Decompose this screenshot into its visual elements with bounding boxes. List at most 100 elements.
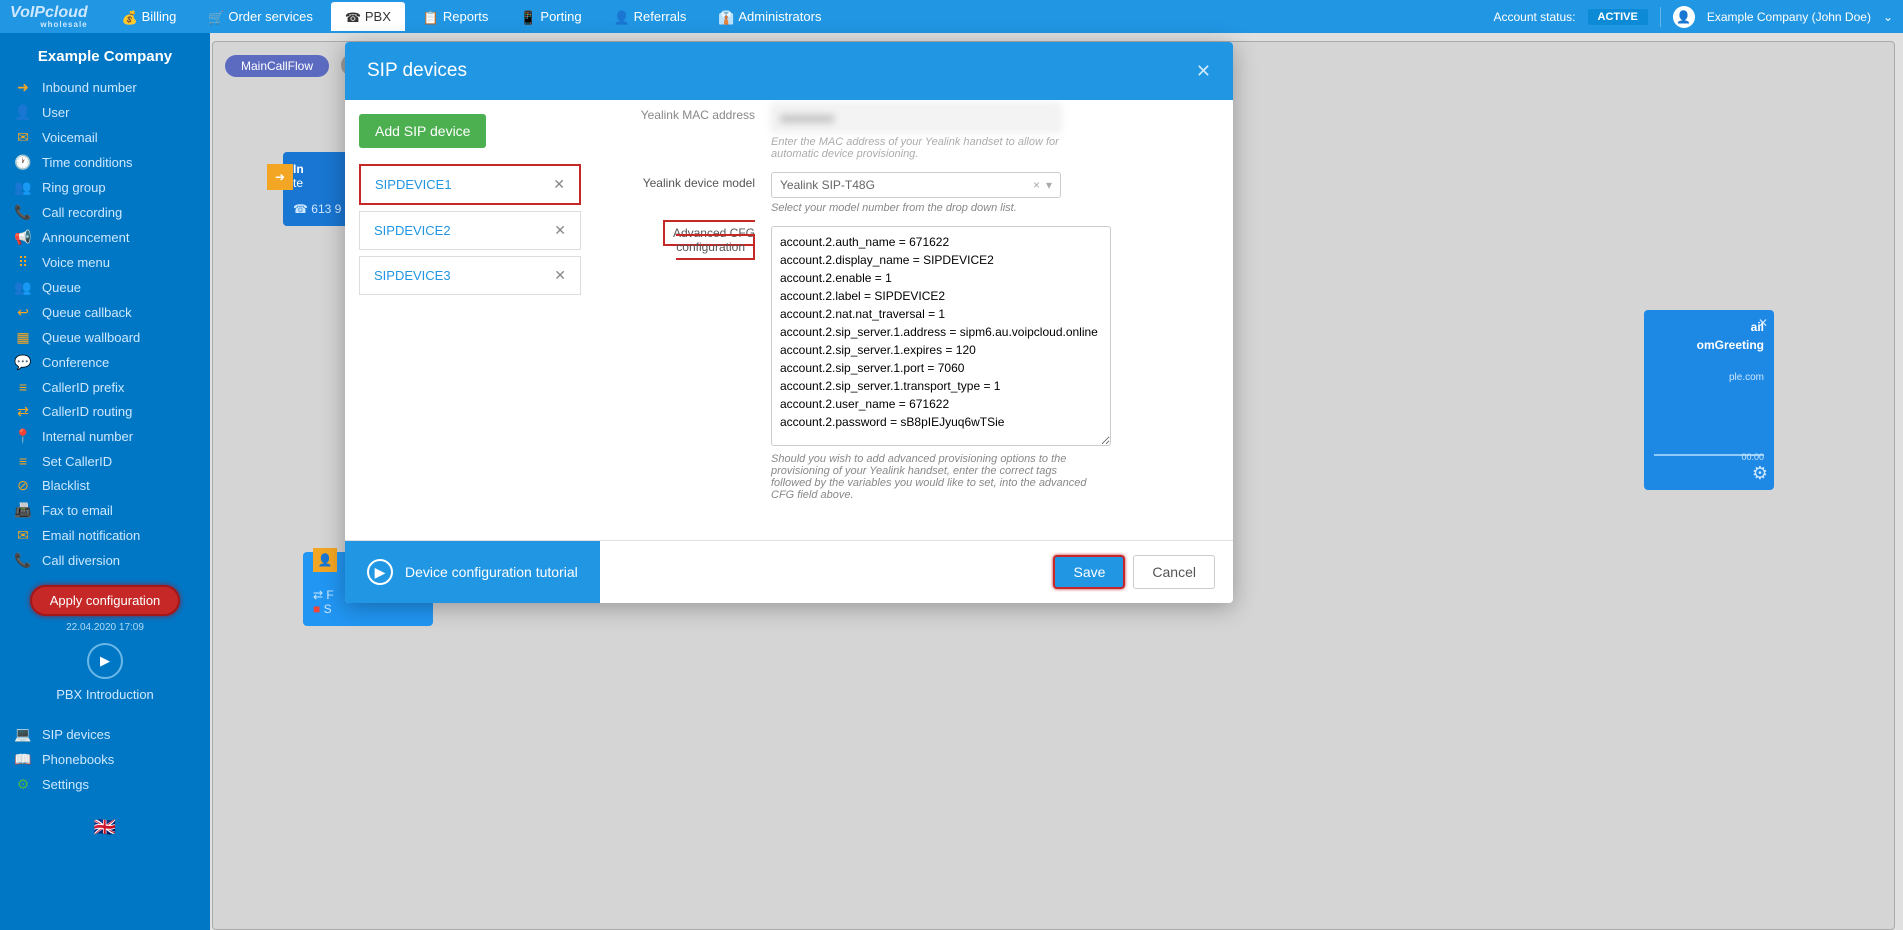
coins-icon: 💰 bbox=[122, 10, 136, 24]
close-icon[interactable]: ✕ bbox=[1196, 61, 1211, 82]
cfg-textarea[interactable] bbox=[771, 226, 1111, 446]
sidebar-item-cid-prefix[interactable]: ≡CallerID prefix bbox=[0, 375, 210, 399]
avatar[interactable]: 👤 bbox=[1673, 6, 1695, 28]
mail-icon: ✉ bbox=[14, 129, 32, 146]
device-label: SIPDEVICE2 bbox=[374, 223, 451, 238]
sidebar-item-wallboard[interactable]: ▦Queue wallboard bbox=[0, 325, 210, 350]
sidebar-item-email[interactable]: ✉Email notification bbox=[0, 523, 210, 548]
arrow-icon: ➜ bbox=[14, 79, 32, 96]
book-icon: 📖 bbox=[14, 751, 32, 768]
modal-title: SIP devices bbox=[367, 60, 467, 82]
play-icon: ▶ bbox=[100, 653, 110, 669]
sidebar-item-cid-routing[interactable]: ⇄CallerID routing bbox=[0, 399, 210, 424]
clock-icon: 🕐 bbox=[14, 154, 32, 171]
chevron-down-icon[interactable]: ▾ bbox=[1046, 178, 1052, 192]
arrow-badge-icon: ➜ bbox=[267, 164, 293, 190]
sidebar-item-settings[interactable]: ⚙Settings bbox=[0, 772, 210, 797]
sidebar-title: Example Company bbox=[0, 43, 210, 75]
status-badge: ACTIVE bbox=[1588, 9, 1648, 25]
delete-icon[interactable]: ✕ bbox=[554, 222, 566, 239]
device-list: Add SIP device SIPDEVICE1 ✕ SIPDEVICE2 ✕… bbox=[345, 100, 595, 540]
cfg-help: Should you wish to add advanced provisio… bbox=[771, 453, 1091, 501]
sidebar-item-voicemenu[interactable]: ⠿Voice menu bbox=[0, 250, 210, 275]
device-row-2[interactable]: SIPDEVICE2 ✕ bbox=[359, 211, 581, 250]
sidebar-item-sip[interactable]: 💻SIP devices bbox=[0, 722, 210, 747]
sidebar-item-voicemail[interactable]: ✉Voicemail bbox=[0, 125, 210, 150]
user-icon: 👤 bbox=[1676, 10, 1691, 24]
config-timestamp: 22.04.2020 17:09 bbox=[0, 622, 210, 633]
intro-label: PBX Introduction bbox=[0, 687, 210, 702]
logo-sub: wholesale bbox=[10, 21, 88, 29]
sidebar-item-phonebooks[interactable]: 📖Phonebooks bbox=[0, 747, 210, 772]
device-icon: 💻 bbox=[14, 726, 32, 743]
sidebar-item-recording[interactable]: 📞Call recording bbox=[0, 200, 210, 225]
sidebar-item-user[interactable]: 👤User bbox=[0, 100, 210, 125]
tab-referrals[interactable]: 👤Referrals bbox=[600, 2, 701, 31]
gear-icon[interactable]: ⚙ bbox=[1752, 463, 1768, 484]
fax-icon: 📠 bbox=[14, 502, 32, 519]
chat-icon: 💬 bbox=[14, 354, 32, 371]
flag-uk[interactable]: 🇬🇧 bbox=[0, 817, 210, 838]
sidebar-item-queue[interactable]: 👥Queue bbox=[0, 275, 210, 300]
apply-config-button[interactable]: Apply configuration bbox=[30, 585, 181, 616]
divider bbox=[1660, 7, 1661, 27]
sidebar-item-diversion[interactable]: 📞Call diversion bbox=[0, 548, 210, 573]
grid-icon: ⠿ bbox=[14, 254, 32, 271]
clear-icon[interactable]: × bbox=[1027, 178, 1046, 192]
phone-icon: ☎ bbox=[345, 10, 359, 24]
user-badge-icon: 👤 bbox=[313, 548, 337, 572]
model-select[interactable]: Yealink SIP-T48G × ▾ bbox=[771, 172, 1061, 198]
add-sip-device-button[interactable]: Add SIP device bbox=[359, 114, 486, 148]
cancel-button[interactable]: Cancel bbox=[1133, 555, 1215, 589]
modal-footer: ▶ Device configuration tutorial Save Can… bbox=[345, 540, 1233, 603]
device-row-1[interactable]: SIPDEVICE1 ✕ bbox=[359, 164, 581, 205]
sidebar: Example Company ➜Inbound number 👤User ✉V… bbox=[0, 33, 210, 930]
wallboard-icon: ▦ bbox=[14, 329, 32, 346]
close-icon[interactable]: ✕ bbox=[1758, 316, 1768, 330]
device-row-3[interactable]: SIPDEVICE3 ✕ bbox=[359, 256, 581, 295]
sidebar-item-inbound[interactable]: ➜Inbound number bbox=[0, 75, 210, 100]
tab-reports[interactable]: 📋Reports bbox=[409, 2, 503, 31]
pin-icon: 📍 bbox=[14, 428, 32, 445]
audio-time: 00:00 bbox=[1741, 452, 1764, 462]
flow-tab[interactable]: MainCallFlow bbox=[225, 55, 329, 77]
delete-icon[interactable]: ✕ bbox=[553, 176, 565, 193]
sidebar-item-ring[interactable]: 👥Ring group bbox=[0, 175, 210, 200]
user-icon: 👤 bbox=[14, 104, 32, 121]
sidebar-item-setcid[interactable]: ≡Set CallerID bbox=[0, 449, 210, 473]
save-button[interactable]: Save bbox=[1053, 555, 1125, 589]
mac-input[interactable] bbox=[771, 104, 1061, 132]
play-intro-button[interactable]: ▶ bbox=[87, 643, 123, 679]
device-label: SIPDEVICE3 bbox=[374, 268, 451, 283]
sidebar-item-announcement[interactable]: 📢Announcement bbox=[0, 225, 210, 250]
sidebar-item-fax[interactable]: 📠Fax to email bbox=[0, 498, 210, 523]
callback-icon: ↩ bbox=[14, 304, 32, 321]
tab-billing[interactable]: 💰Billing bbox=[108, 2, 191, 31]
tab-admins[interactable]: 👔Administrators bbox=[704, 2, 835, 31]
route-icon: ⇄ bbox=[14, 403, 32, 420]
sidebar-item-conference[interactable]: 💬Conference bbox=[0, 350, 210, 375]
model-help: Select your model number from the drop d… bbox=[771, 202, 1091, 214]
node-voicemail[interactable]: ✕ ail omGreeting ple.com 00:00 ⚙ bbox=[1644, 310, 1774, 490]
tutorial-bar[interactable]: ▶ Device configuration tutorial bbox=[345, 541, 600, 603]
sidebar-item-callback[interactable]: ↩Queue callback bbox=[0, 300, 210, 325]
gear-icon: ⚙ bbox=[14, 776, 32, 793]
list-icon: ≡ bbox=[14, 379, 32, 395]
phone-small-icon: ☎ bbox=[293, 202, 308, 216]
sidebar-item-internal[interactable]: 📍Internal number bbox=[0, 424, 210, 449]
admin-icon: 👔 bbox=[718, 10, 732, 24]
tab-porting[interactable]: 📱Porting bbox=[506, 2, 595, 31]
sidebar-item-time[interactable]: 🕐Time conditions bbox=[0, 150, 210, 175]
device-label: SIPDEVICE1 bbox=[375, 177, 452, 192]
tab-pbx[interactable]: ☎PBX bbox=[331, 2, 405, 31]
tab-order[interactable]: 🛒Order services bbox=[194, 2, 327, 31]
queue-icon: 👥 bbox=[14, 279, 32, 296]
chevron-down-icon[interactable]: ⌄ bbox=[1883, 10, 1893, 24]
device-form[interactable]: Yealink MAC address Enter the MAC addres… bbox=[595, 100, 1233, 540]
delete-icon[interactable]: ✕ bbox=[554, 267, 566, 284]
user-name[interactable]: Example Company (John Doe) bbox=[1707, 10, 1871, 24]
logo[interactable]: VoIPcloud wholesale bbox=[10, 5, 88, 29]
sidebar-item-blacklist[interactable]: ⊘Blacklist bbox=[0, 473, 210, 498]
block-icon: ⊘ bbox=[14, 477, 32, 494]
email-icon: ✉ bbox=[14, 527, 32, 544]
